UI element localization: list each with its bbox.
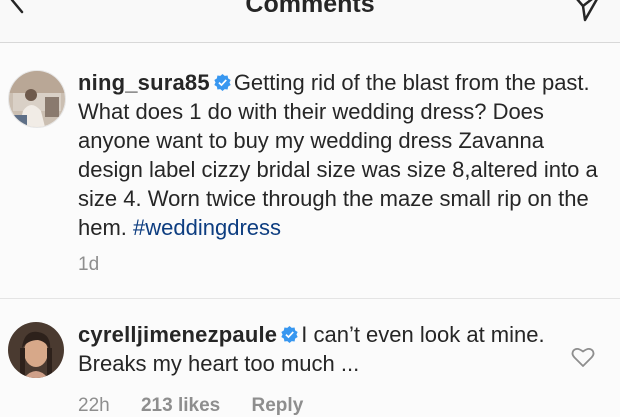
comments-header: Comments — [0, 0, 620, 43]
divider — [0, 298, 620, 299]
caption-timestamp: 1d — [78, 254, 100, 275]
caption-avatar[interactable] — [8, 70, 66, 128]
caption-text: ning_sura85 Getting rid of the blast fro… — [78, 68, 610, 242]
page-title: Comments — [245, 0, 375, 18]
comment-username[interactable]: cyrelljimenezpaule — [78, 322, 277, 347]
hashtag-link[interactable]: #weddingdress — [133, 215, 281, 240]
verified-badge-icon — [214, 74, 231, 91]
comment-meta: 22h 213 likes Reply — [78, 395, 329, 417]
comment-text: cyrelljimenezpaule I can’t even look at … — [78, 320, 558, 378]
heart-icon[interactable] — [571, 346, 595, 368]
caption-username[interactable]: ning_sura85 — [78, 70, 210, 95]
verified-badge-icon — [281, 326, 298, 343]
comment-avatar[interactable] — [8, 322, 64, 378]
send-icon[interactable] — [568, 0, 604, 22]
